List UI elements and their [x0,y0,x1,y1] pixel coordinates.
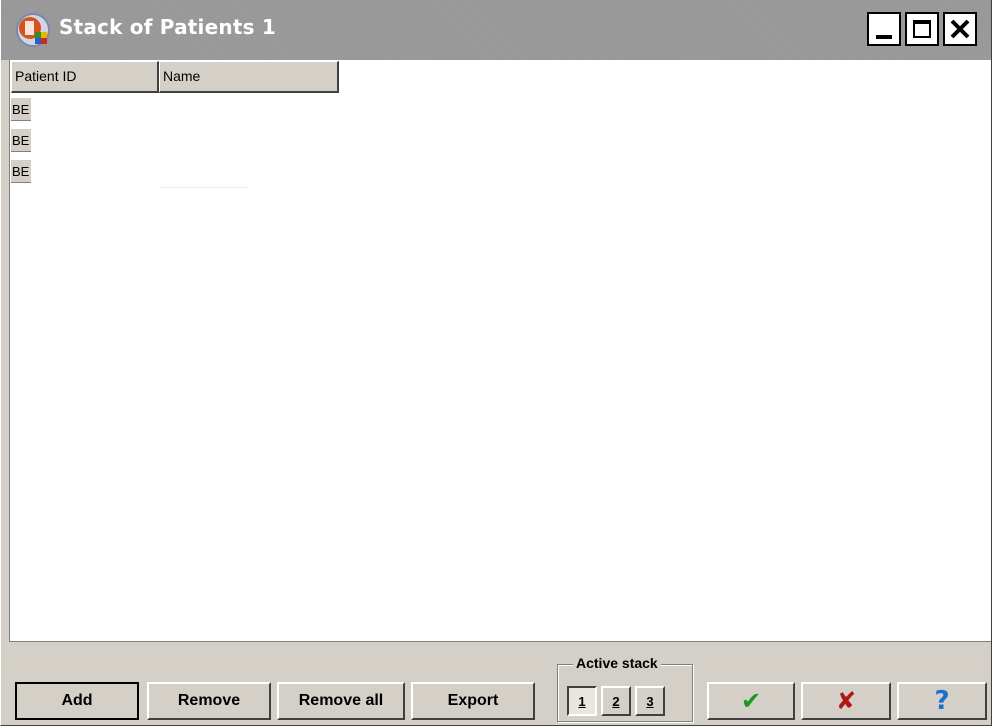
window-title: Stack of Patients 1 [59,15,276,39]
ok-button[interactable]: ✔ [707,682,795,720]
title-bar[interactable]: Stack of Patients 1 [1,0,991,60]
active-stack-label: Active stack [573,655,661,671]
question-icon: ? [934,686,950,716]
patient-id-cell[interactable]: BE [11,159,31,183]
close-button[interactable] [943,12,977,46]
cross-icon: ✘ [835,687,857,715]
remove-all-button[interactable]: Remove all [277,682,405,720]
column-header-name[interactable]: Name [159,61,339,93]
row-separator [160,187,248,188]
close-icon [950,19,970,39]
checkmark-icon: ✔ [740,687,762,715]
help-button[interactable]: ? [897,682,987,720]
patient-id-cell[interactable]: BE [11,97,31,121]
add-button[interactable]: Add [15,682,139,720]
remove-button[interactable]: Remove [147,682,271,720]
stack-of-patients-window: Stack of Patients 1 Patient ID Name BE B… [0,0,992,726]
column-header-patient-id[interactable]: Patient ID [11,61,159,93]
stack-2-button[interactable]: 2 [601,686,631,716]
maximize-icon [913,20,931,38]
patient-list[interactable]: Patient ID Name BE BE BE [9,60,991,642]
patient-id-cell[interactable]: BE [11,128,31,152]
stack-3-button[interactable]: 3 [635,686,665,716]
export-button[interactable]: Export [411,682,535,720]
maximize-button[interactable] [905,12,939,46]
minimize-icon [876,35,892,39]
patients-app-icon [16,13,50,47]
minimize-button[interactable] [867,12,901,46]
cancel-button[interactable]: ✘ [801,682,891,720]
stack-1-button[interactable]: 1 [567,686,597,716]
